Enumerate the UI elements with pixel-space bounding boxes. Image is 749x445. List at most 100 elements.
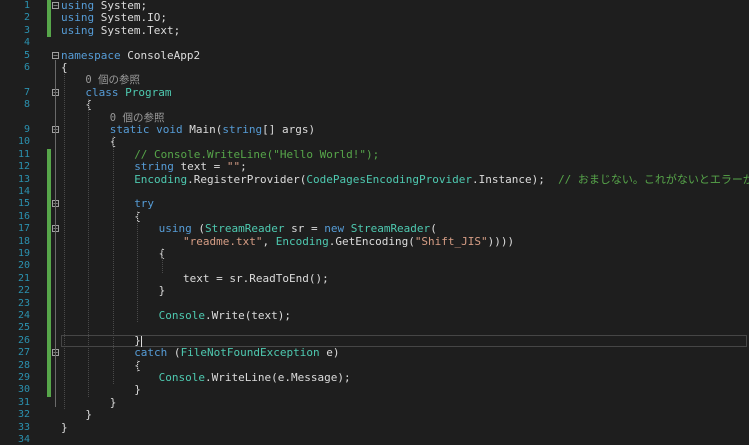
line-number: 14 (17, 186, 30, 197)
change-indicator (47, 62, 51, 74)
change-indicator (47, 223, 51, 236)
code-token: 0 個の参照 (85, 74, 141, 87)
code-token: } (85, 408, 93, 422)
line-number: 29 (17, 372, 30, 383)
code-token: Encoding (275, 234, 329, 248)
line-number: 26 (17, 334, 30, 346)
code-token: // Console.WriteLine("Hello World!"); (134, 147, 380, 161)
change-indicator (47, 285, 51, 298)
code-token: Console (158, 309, 205, 322)
line-number: 20 (17, 260, 30, 272)
code-text: text = sr.ReadToEnd(); (183, 272, 329, 285)
change-indicator (47, 148, 51, 162)
code-token: ; (240, 160, 247, 174)
change-indicator (47, 372, 51, 385)
code-text: "readme.txt", Encoding.GetEncoding("Shif… (183, 234, 515, 248)
code-token: Main( (182, 123, 223, 136)
line-number: 16 (17, 210, 30, 222)
change-indicator (47, 37, 51, 49)
line-number: 21 (17, 272, 30, 284)
line-number: 33 (17, 421, 30, 433)
change-indicator (47, 136, 51, 148)
change-indicator (47, 0, 51, 13)
code-token: StreamReader (350, 222, 431, 236)
code-token: } (61, 420, 68, 434)
code-token: .Write(text); (204, 309, 292, 322)
change-indicator (47, 422, 51, 434)
change-indicator (47, 74, 51, 86)
code-token: ( (430, 222, 437, 236)
code-line[interactable]: 7 class Program (0, 85, 749, 99)
line-number: 30 (17, 384, 30, 396)
code-token: StreamReader (204, 222, 285, 236)
change-indicator (47, 434, 51, 445)
change-indicator (47, 322, 51, 335)
code-line[interactable]: 33} (0, 420, 749, 434)
code-line[interactable]: 34 (0, 434, 749, 445)
code-text: Console.WriteLine(e.Message); (159, 371, 351, 384)
code-token: new (324, 222, 345, 236)
code-token: class (85, 85, 119, 99)
line-number: 4 (23, 37, 30, 49)
line-number: 11 (17, 148, 30, 160)
line-number: 24 (17, 310, 30, 321)
code-line[interactable]: 5 namespace ConsoleApp2 (0, 48, 749, 62)
line-number (0, 112, 30, 124)
code-line[interactable]: 31} (0, 395, 749, 409)
code-text: static void Main(string[] args) (109, 123, 315, 136)
change-indicator (47, 310, 51, 323)
code-token: } (158, 284, 166, 298)
code-token: } (109, 395, 117, 409)
code-token: } (134, 383, 141, 397)
code-token: namespace (61, 48, 121, 62)
line-number: 19 (17, 248, 30, 259)
line-number: 13 (17, 173, 30, 185)
code-token: .GetEncoding( (328, 234, 415, 248)
change-indicator (47, 409, 51, 421)
line-number: 5 (23, 49, 30, 61)
change-indicator (47, 198, 51, 211)
code-editor[interactable]: 1 using System; 2 using System.IO; 3 using Sy… (0, 0, 749, 445)
code-token: System.Text; (94, 23, 181, 37)
code-line[interactable]: 6{ (0, 61, 749, 74)
line-number: 27 (17, 347, 30, 359)
change-indicator (47, 87, 51, 99)
code-text: { (61, 61, 68, 74)
code-token: try (134, 197, 155, 211)
code-token: text = (173, 160, 227, 174)
code-text: Encoding.RegisterProvider(CodePagesEncod… (134, 173, 749, 186)
code-token: using (158, 222, 192, 236)
change-indicator (47, 173, 51, 186)
change-indicator (47, 112, 51, 124)
code-token: ConsoleApp2 (120, 48, 201, 62)
line-number (0, 74, 30, 86)
code-token: ( (167, 346, 181, 360)
code-token: ( (191, 222, 205, 236)
code-line[interactable]: 8{ (0, 98, 749, 111)
code-token: using (61, 11, 95, 25)
line-number: 34 (17, 434, 30, 445)
code-line[interactable]: 3 using System.Text; (0, 23, 749, 38)
indent-guide (137, 210, 139, 323)
code-token: , (262, 234, 276, 248)
line-number: 7 (23, 86, 30, 98)
change-indicator (47, 397, 51, 409)
code-token: static (109, 123, 150, 136)
change-indicator (47, 260, 51, 273)
line-number: 1 (23, 0, 30, 11)
code-token: "readme.txt" (183, 234, 263, 248)
code-text: } (158, 284, 166, 298)
code-line[interactable]: 32} (0, 408, 749, 422)
code-token: FileNotFoundException (180, 346, 320, 360)
indent-guide (64, 74, 65, 410)
line-number: 8 (23, 99, 30, 111)
code-token: Program (125, 85, 172, 99)
code-token: )))) (487, 234, 515, 248)
code-text: } (134, 384, 141, 396)
collapse-icon[interactable] (52, 2, 59, 9)
line-number: 2 (23, 12, 30, 24)
change-indicator (47, 24, 51, 38)
code-text: catch (FileNotFoundException e) (134, 346, 339, 360)
collapse-icon[interactable] (52, 51, 59, 59)
code-token: 0 個の参照 (109, 111, 165, 124)
